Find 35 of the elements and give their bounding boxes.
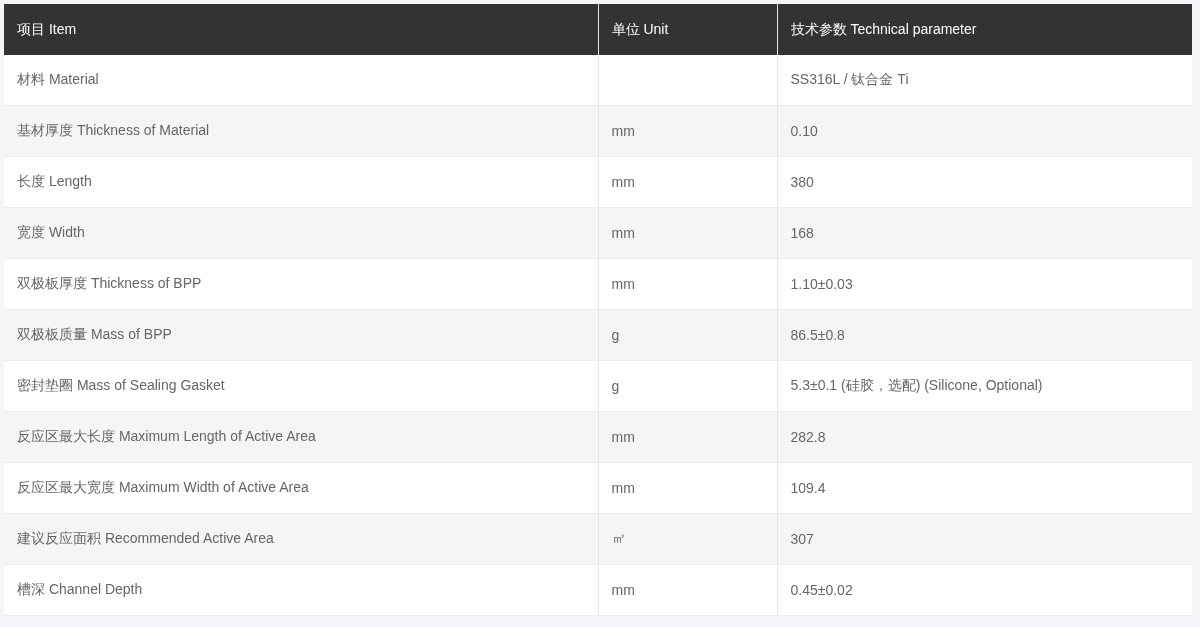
table-cell: 380 [777, 156, 1192, 208]
table-cell: 282.8 [777, 411, 1192, 463]
table-cell: mm [598, 156, 777, 208]
table-cell: 宽度 Width [4, 207, 598, 259]
column-header: 技术参数 Technical parameter [777, 4, 1192, 55]
table-cell: 材料 Material [4, 55, 598, 106]
table-cell: 109.4 [777, 462, 1192, 514]
table-cell: 密封垫圈 Mass of Sealing Gasket [4, 360, 598, 412]
table-cell: mm [598, 411, 777, 463]
table-cell: 5.3±0.1 (硅胶，选配) (Silicone, Optional) [777, 360, 1192, 412]
table-cell: g [598, 309, 777, 361]
table-cell: 307 [777, 513, 1192, 565]
table-cell: 长度 Length [4, 156, 598, 208]
table-cell: mm [598, 105, 777, 157]
column-header: 单位 Unit [598, 4, 777, 55]
table-cell: 反应区最大长度 Maximum Length of Active Area [4, 411, 598, 463]
table-cell: 168 [777, 207, 1192, 259]
table-cell: mm [598, 207, 777, 259]
table-cell: 槽深 Channel Depth [4, 564, 598, 616]
table-cell: 86.5±0.8 [777, 309, 1192, 361]
table-cell: 双极板厚度 Thickness of BPP [4, 258, 598, 310]
table-cell: 双极板质量 Mass of BPP [4, 309, 598, 361]
table-cell: g [598, 360, 777, 412]
table-cell: mm [598, 462, 777, 514]
table-cell: 0.10 [777, 105, 1192, 157]
table-cell: 基材厚度 Thickness of Material [4, 105, 598, 157]
column-header: 项目 Item [4, 4, 598, 55]
table-cell: mm [598, 564, 777, 616]
table-cell: SS316L / 钛合金 Ti [777, 55, 1192, 106]
table-cell: 反应区最大宽度 Maximum Width of Active Area [4, 462, 598, 514]
table-cell: 建议反应面积 Recommended Active Area [4, 513, 598, 565]
table-cell: ㎡ [598, 513, 777, 565]
table-cell: 0.45±0.02 [777, 564, 1192, 616]
table-cell: mm [598, 258, 777, 310]
table-cell: 1.10±0.03 [777, 258, 1192, 310]
